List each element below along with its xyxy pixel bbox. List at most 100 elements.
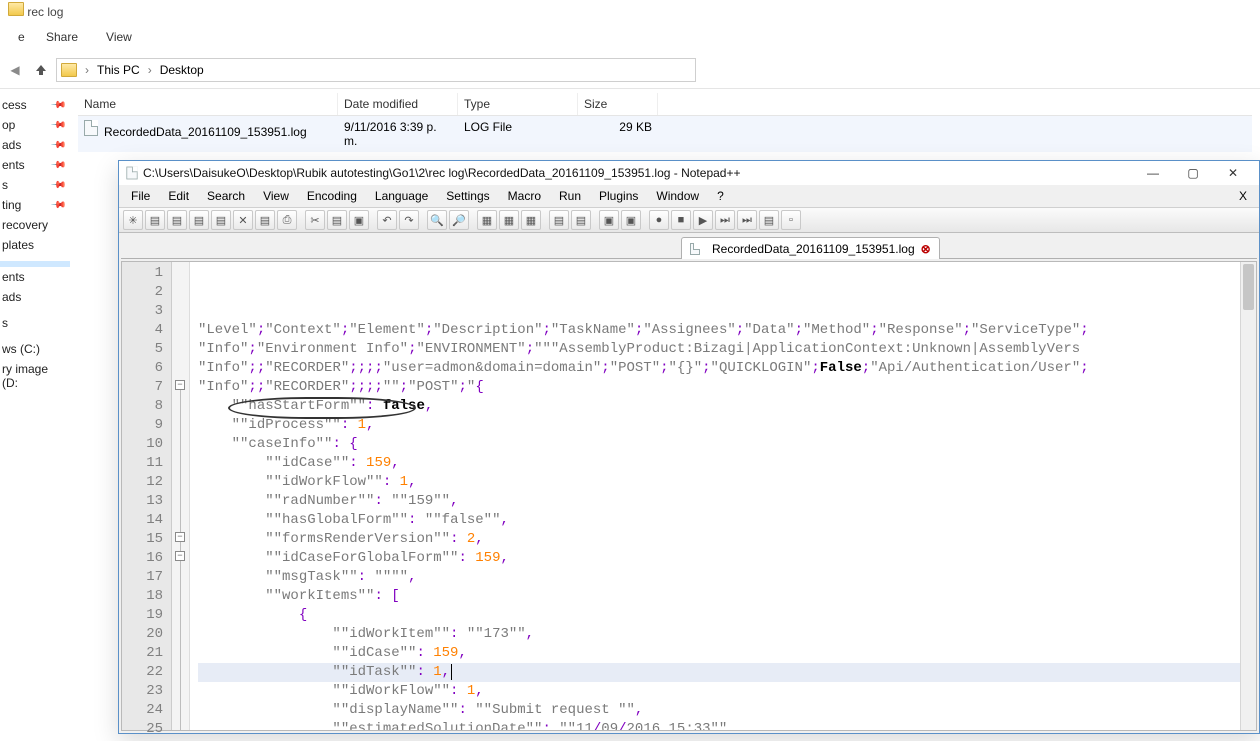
- line-number-gutter: 1234567891011121314151617181920212223242…: [122, 262, 172, 730]
- menu-bar[interactable]: FileEditSearchViewEncodingLanguageSettin…: [119, 185, 1259, 207]
- menu-encoding[interactable]: Encoding: [299, 187, 365, 205]
- toolbar-button-35[interactable]: ▫: [781, 210, 801, 230]
- file-icon: [690, 243, 700, 255]
- menu-file[interactable]: File: [123, 187, 158, 205]
- quick-access-item[interactable]: cess📌: [0, 95, 70, 115]
- toolbar-button-0[interactable]: ✳: [123, 210, 143, 230]
- toolbar-button-24[interactable]: ▤: [571, 210, 591, 230]
- toolbar-button-33[interactable]: ⏭: [737, 210, 757, 230]
- toolbar-separator: [471, 210, 475, 230]
- code-line: ""idWorkFlow"": 1,: [198, 473, 1252, 492]
- explorer-quick-access[interactable]: cess📌op📌ads📌ents📌s📌ting📌 recoveryplatese…: [0, 89, 70, 741]
- quick-access-item[interactable]: ads📌: [0, 135, 70, 155]
- quick-access-item[interactable]: ents📌: [0, 155, 70, 175]
- quick-access-item[interactable]: plates: [0, 235, 70, 255]
- quick-access-item[interactable]: ents: [0, 267, 70, 287]
- code-line: ""idCase"": 159,: [198, 454, 1252, 473]
- pin-icon: 📌: [49, 197, 66, 214]
- toolbar[interactable]: ✳▤▤▤▤✕▤⎙✂▤▣↶↷🔍🔎▦▦▦▤▤▣▣●■▶⏭⏭▤▫: [119, 207, 1259, 233]
- chevron-right-icon: ›: [81, 63, 93, 77]
- toolbar-button-23[interactable]: ▤: [549, 210, 569, 230]
- vertical-scrollbar[interactable]: [1240, 262, 1256, 730]
- ribbon-tab-share[interactable]: Share: [32, 26, 92, 48]
- quick-access-item[interactable]: op📌: [0, 115, 70, 135]
- breadcrumb[interactable]: › This PC › Desktop: [56, 58, 696, 82]
- menu-edit[interactable]: Edit: [160, 187, 197, 205]
- toolbar-button-16[interactable]: 🔍: [427, 210, 447, 230]
- menu-macro[interactable]: Macro: [500, 187, 549, 205]
- code-view[interactable]: "Level";"Context";"Element";"Description…: [190, 262, 1256, 730]
- col-type[interactable]: Type: [458, 93, 578, 115]
- toolbar-button-1[interactable]: ▤: [145, 210, 165, 230]
- col-date[interactable]: Date modified: [338, 93, 458, 115]
- menu-settings[interactable]: Settings: [438, 187, 497, 205]
- pin-icon: 📌: [49, 117, 66, 134]
- nav-back-button[interactable]: ◀: [4, 59, 26, 81]
- breadcrumb-segment[interactable]: Desktop: [160, 63, 204, 77]
- quick-access-item[interactable]: recovery: [0, 215, 70, 235]
- toolbar-button-5[interactable]: ✕: [233, 210, 253, 230]
- close-button[interactable]: ✕: [1213, 162, 1253, 184]
- fold-toggle[interactable]: −: [175, 551, 185, 561]
- toolbar-button-26[interactable]: ▣: [599, 210, 619, 230]
- line-number: 20: [122, 625, 163, 644]
- toolbar-button-19[interactable]: ▦: [477, 210, 497, 230]
- menu-[interactable]: ?: [709, 187, 732, 205]
- toolbar-button-3[interactable]: ▤: [189, 210, 209, 230]
- col-name[interactable]: Name: [78, 93, 338, 115]
- scrollbar-thumb[interactable]: [1243, 264, 1254, 310]
- menu-run[interactable]: Run: [551, 187, 589, 205]
- quick-access-item[interactable]: ry image (D:: [0, 359, 70, 393]
- toolbar-button-34[interactable]: ▤: [759, 210, 779, 230]
- toolbar-button-2[interactable]: ▤: [167, 210, 187, 230]
- toolbar-button-14[interactable]: ↷: [399, 210, 419, 230]
- toolbar-button-20[interactable]: ▦: [499, 210, 519, 230]
- file-list-header[interactable]: Name Date modified Type Size: [78, 93, 1252, 116]
- file-icon: [84, 120, 98, 136]
- toolbar-button-29[interactable]: ●: [649, 210, 669, 230]
- toolbar-button-6[interactable]: ▤: [255, 210, 275, 230]
- quick-access-item[interactable]: ting📌: [0, 195, 70, 215]
- toolbar-button-11[interactable]: ▣: [349, 210, 369, 230]
- file-row[interactable]: RecordedData_20161109_153951.log 9/11/20…: [78, 116, 1252, 152]
- toolbar-button-10[interactable]: ▤: [327, 210, 347, 230]
- maximize-button[interactable]: ▢: [1173, 162, 1213, 184]
- line-number: 25: [122, 720, 163, 739]
- toolbar-button-13[interactable]: ↶: [377, 210, 397, 230]
- toolbar-separator: [299, 210, 303, 230]
- quick-access-item[interactable]: s: [0, 313, 70, 333]
- fold-toggle[interactable]: −: [175, 380, 185, 390]
- toolbar-button-30[interactable]: ■: [671, 210, 691, 230]
- editor-tab-strip[interactable]: RecordedData_20161109_153951.log ⊗: [119, 233, 1259, 259]
- menu-window[interactable]: Window: [648, 187, 707, 205]
- fold-toggle[interactable]: −: [175, 532, 185, 542]
- ribbon-tab-file[interactable]: e: [4, 26, 32, 48]
- toolbar-button-31[interactable]: ▶: [693, 210, 713, 230]
- toolbar-button-7[interactable]: ⎙: [277, 210, 297, 230]
- toolbar-button-4[interactable]: ▤: [211, 210, 231, 230]
- toolbar-button-9[interactable]: ✂: [305, 210, 325, 230]
- toolbar-button-27[interactable]: ▣: [621, 210, 641, 230]
- quick-access-item[interactable]: ws (C:): [0, 339, 70, 359]
- toolbar-button-17[interactable]: 🔎: [449, 210, 469, 230]
- quick-access-item[interactable]: s📌: [0, 175, 70, 195]
- close-tab-icon[interactable]: ⊗: [921, 242, 931, 256]
- menu-view[interactable]: View: [255, 187, 297, 205]
- breadcrumb-segment[interactable]: This PC: [97, 63, 140, 77]
- toolbar-button-21[interactable]: ▦: [521, 210, 541, 230]
- minimize-button[interactable]: —: [1133, 162, 1173, 184]
- menu-plugins[interactable]: Plugins: [591, 187, 646, 205]
- menu-language[interactable]: Language: [367, 187, 436, 205]
- window-titlebar[interactable]: C:\Users\DaisukeO\Desktop\Rubik autotest…: [119, 161, 1259, 185]
- explorer-title-text: rec log: [27, 5, 63, 19]
- nav-up-button[interactable]: [30, 59, 52, 81]
- menu-search[interactable]: Search: [199, 187, 253, 205]
- editor-tab-active[interactable]: RecordedData_20161109_153951.log ⊗: [681, 237, 940, 259]
- close-all-tabs-button[interactable]: X: [1231, 187, 1255, 205]
- file-name: RecordedData_20161109_153951.log: [104, 125, 307, 139]
- ribbon-tab-view[interactable]: View: [92, 26, 146, 48]
- col-size[interactable]: Size: [578, 93, 658, 115]
- toolbar-button-32[interactable]: ⏭: [715, 210, 735, 230]
- fold-gutter[interactable]: − − −: [172, 262, 190, 730]
- quick-access-item[interactable]: ads: [0, 287, 70, 307]
